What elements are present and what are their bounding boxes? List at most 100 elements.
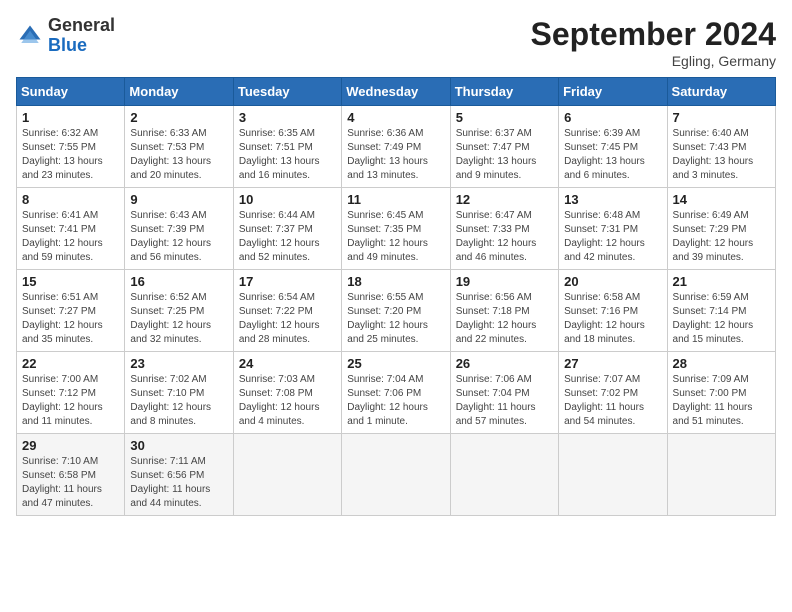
calendar-cell: 19 Sunrise: 6:56 AM Sunset: 7:18 PM Dayli… [450,270,558,352]
calendar-cell: 20 Sunrise: 6:58 AM Sunset: 7:16 PM Dayli… [559,270,667,352]
day-info: Sunrise: 6:47 AM Sunset: 7:33 PM Dayligh… [456,209,553,265]
day-info: Sunrise: 7:10 AM Sunset: 6:58 PM Dayligh… [22,455,119,511]
calendar-cell [559,434,667,516]
calendar-cell: 29Sunrise: 7:10 AM Sunset: 6:58 PM Dayli… [17,434,125,516]
day-number: 20 [564,274,661,289]
day-number: 28 [673,356,770,371]
day-number: 11 [347,192,444,207]
week-row-3: 15 Sunrise: 6:51 AM Sunset: 7:27 PM Dayli… [17,270,776,352]
logo: General Blue [16,16,115,56]
day-number: 27 [564,356,661,371]
day-number: 17 [239,274,336,289]
day-number: 2 [130,110,227,125]
day-info: Sunrise: 6:55 AM Sunset: 7:20 PM Dayligh… [347,291,444,347]
calendar-cell [233,434,341,516]
day-info: Sunrise: 6:49 AM Sunset: 7:29 PM Dayligh… [673,209,770,265]
calendar-cell: 15 Sunrise: 6:51 AM Sunset: 7:27 PM Dayli… [17,270,125,352]
calendar-cell: 23Sunrise: 7:02 AM Sunset: 7:10 PM Dayli… [125,352,233,434]
week-row-2: 8Sunrise: 6:41 AM Sunset: 7:41 PM Daylig… [17,188,776,270]
weekday-header-row: SundayMondayTuesdayWednesdayThursdayFrid… [17,78,776,106]
calendar-cell: 7 Sunrise: 6:40 AM Sunset: 7:43 PM Daylig… [667,106,775,188]
calendar-cell: 5 Sunrise: 6:37 AM Sunset: 7:47 PM Daylig… [450,106,558,188]
day-number: 19 [456,274,553,289]
day-number: 21 [673,274,770,289]
day-info: Sunrise: 6:37 AM Sunset: 7:47 PM Dayligh… [456,127,553,183]
calendar-table: SundayMondayTuesdayWednesdayThursdayFrid… [16,77,776,516]
week-row-5: 29Sunrise: 7:10 AM Sunset: 6:58 PM Dayli… [17,434,776,516]
day-number: 15 [22,274,119,289]
day-number: 12 [456,192,553,207]
day-info: Sunrise: 7:09 AM Sunset: 7:00 PM Dayligh… [673,373,770,429]
weekday-header-monday: Monday [125,78,233,106]
logo-text: General Blue [48,16,115,56]
calendar-cell: 9 Sunrise: 6:43 AM Sunset: 7:39 PM Daylig… [125,188,233,270]
day-info: Sunrise: 7:04 AM Sunset: 7:06 PM Dayligh… [347,373,444,429]
day-number: 25 [347,356,444,371]
day-info: Sunrise: 6:58 AM Sunset: 7:16 PM Dayligh… [564,291,661,347]
logo-blue: Blue [48,35,87,55]
calendar-cell: 12 Sunrise: 6:47 AM Sunset: 7:33 PM Dayli… [450,188,558,270]
page-header: General Blue September 2024 Egling, Germ… [16,16,776,69]
weekday-header-friday: Friday [559,78,667,106]
calendar-cell: 11 Sunrise: 6:45 AM Sunset: 7:35 PM Dayli… [342,188,450,270]
day-info: Sunrise: 6:41 AM Sunset: 7:41 PM Dayligh… [22,209,119,265]
day-info: Sunrise: 6:51 AM Sunset: 7:27 PM Dayligh… [22,291,119,347]
day-number: 7 [673,110,770,125]
month-title: September 2024 [531,16,776,53]
title-block: September 2024 Egling, Germany [531,16,776,69]
day-number: 13 [564,192,661,207]
calendar-cell: 21 Sunrise: 6:59 AM Sunset: 7:14 PM Dayli… [667,270,775,352]
day-info: Sunrise: 6:35 AM Sunset: 7:51 PM Dayligh… [239,127,336,183]
day-info: Sunrise: 6:32 AM Sunset: 7:55 PM Dayligh… [22,127,119,183]
weekday-header-saturday: Saturday [667,78,775,106]
calendar-cell [450,434,558,516]
day-number: 14 [673,192,770,207]
day-number: 16 [130,274,227,289]
day-number: 30 [130,438,227,453]
day-info: Sunrise: 6:44 AM Sunset: 7:37 PM Dayligh… [239,209,336,265]
calendar-cell: 22Sunrise: 7:00 AM Sunset: 7:12 PM Dayli… [17,352,125,434]
day-info: Sunrise: 6:33 AM Sunset: 7:53 PM Dayligh… [130,127,227,183]
day-number: 5 [456,110,553,125]
day-info: Sunrise: 6:56 AM Sunset: 7:18 PM Dayligh… [456,291,553,347]
day-info: Sunrise: 6:59 AM Sunset: 7:14 PM Dayligh… [673,291,770,347]
day-info: Sunrise: 7:00 AM Sunset: 7:12 PM Dayligh… [22,373,119,429]
day-number: 9 [130,192,227,207]
calendar-cell: 27 Sunrise: 7:07 AM Sunset: 7:02 PM Dayli… [559,352,667,434]
weekday-header-tuesday: Tuesday [233,78,341,106]
day-info: Sunrise: 7:07 AM Sunset: 7:02 PM Dayligh… [564,373,661,429]
day-info: Sunrise: 6:39 AM Sunset: 7:45 PM Dayligh… [564,127,661,183]
day-info: Sunrise: 6:52 AM Sunset: 7:25 PM Dayligh… [130,291,227,347]
logo-general: General [48,15,115,35]
day-info: Sunrise: 7:02 AM Sunset: 7:10 PM Dayligh… [130,373,227,429]
day-info: Sunrise: 6:43 AM Sunset: 7:39 PM Dayligh… [130,209,227,265]
calendar-cell: 24 Sunrise: 7:03 AM Sunset: 7:08 PM Dayli… [233,352,341,434]
calendar-cell: 6 Sunrise: 6:39 AM Sunset: 7:45 PM Daylig… [559,106,667,188]
calendar-cell: 28 Sunrise: 7:09 AM Sunset: 7:00 PM Dayli… [667,352,775,434]
day-number: 1 [22,110,119,125]
day-info: Sunrise: 6:36 AM Sunset: 7:49 PM Dayligh… [347,127,444,183]
calendar-cell: 4Sunrise: 6:36 AM Sunset: 7:49 PM Daylig… [342,106,450,188]
day-number: 6 [564,110,661,125]
day-info: Sunrise: 7:03 AM Sunset: 7:08 PM Dayligh… [239,373,336,429]
weekday-header-wednesday: Wednesday [342,78,450,106]
day-info: Sunrise: 6:45 AM Sunset: 7:35 PM Dayligh… [347,209,444,265]
calendar-cell: 2 Sunrise: 6:33 AM Sunset: 7:53 PM Daylig… [125,106,233,188]
day-info: Sunrise: 6:48 AM Sunset: 7:31 PM Dayligh… [564,209,661,265]
day-number: 26 [456,356,553,371]
calendar-cell [342,434,450,516]
week-row-4: 22Sunrise: 7:00 AM Sunset: 7:12 PM Dayli… [17,352,776,434]
calendar-cell: 25 Sunrise: 7:04 AM Sunset: 7:06 PM Dayli… [342,352,450,434]
weekday-header-sunday: Sunday [17,78,125,106]
week-row-1: 1 Sunrise: 6:32 AM Sunset: 7:55 PM Daylig… [17,106,776,188]
day-number: 3 [239,110,336,125]
day-number: 24 [239,356,336,371]
location: Egling, Germany [531,53,776,69]
calendar-cell: 18 Sunrise: 6:55 AM Sunset: 7:20 PM Dayli… [342,270,450,352]
day-info: Sunrise: 6:40 AM Sunset: 7:43 PM Dayligh… [673,127,770,183]
calendar-cell: 17Sunrise: 6:54 AM Sunset: 7:22 PM Dayli… [233,270,341,352]
day-number: 18 [347,274,444,289]
calendar-cell: 1 Sunrise: 6:32 AM Sunset: 7:55 PM Daylig… [17,106,125,188]
calendar-cell: 30Sunrise: 7:11 AM Sunset: 6:56 PM Dayli… [125,434,233,516]
calendar-cell: 26Sunrise: 7:06 AM Sunset: 7:04 PM Dayli… [450,352,558,434]
